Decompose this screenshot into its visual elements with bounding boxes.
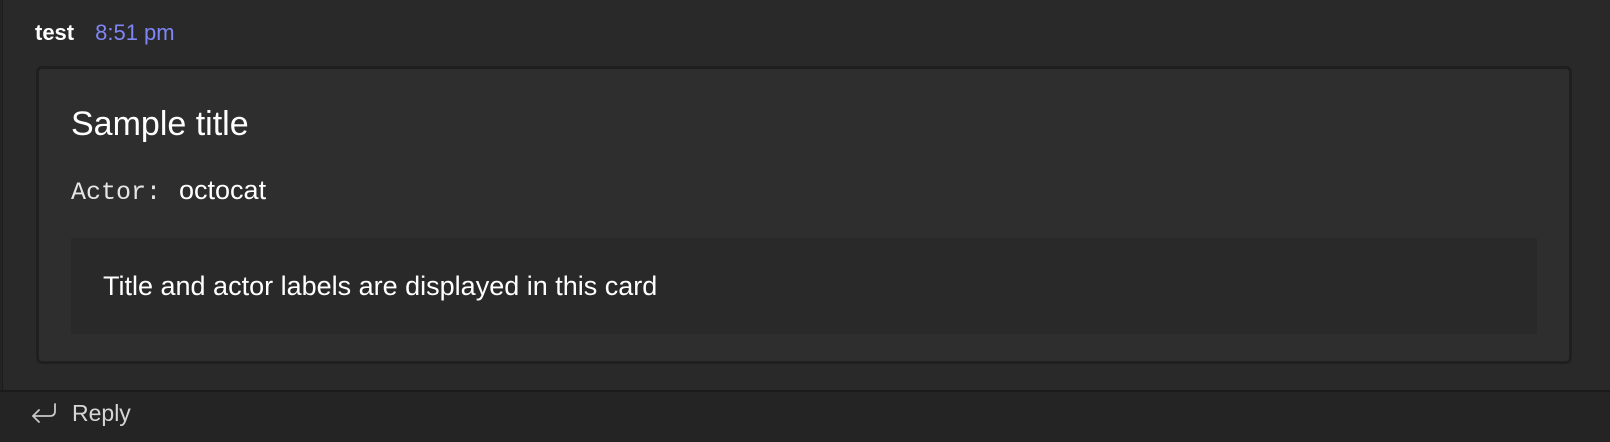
reply-label: Reply bbox=[72, 400, 131, 426]
reply-arrow-icon bbox=[28, 401, 58, 427]
card-body-text: Title and actor labels are displayed in … bbox=[103, 271, 658, 301]
message-container: test 8:51 pm Sample title Actor: octocat… bbox=[2, 0, 1610, 390]
adaptive-card: Sample title Actor: octocat Title and ac… bbox=[36, 66, 1572, 364]
card-body-container: Title and actor labels are displayed in … bbox=[71, 238, 1537, 334]
card-title: Sample title bbox=[71, 105, 249, 143]
actor-value: octocat bbox=[179, 175, 267, 205]
sender-name[interactable]: test bbox=[35, 20, 74, 46]
reply-button[interactable]: Reply bbox=[28, 400, 131, 427]
reply-bar: Reply bbox=[0, 390, 1610, 442]
message-header: test 8:51 pm bbox=[35, 20, 175, 46]
actor-label: Actor: bbox=[71, 178, 162, 207]
message-timestamp[interactable]: 8:51 pm bbox=[95, 20, 175, 46]
actor-row: Actor: octocat bbox=[71, 175, 266, 207]
